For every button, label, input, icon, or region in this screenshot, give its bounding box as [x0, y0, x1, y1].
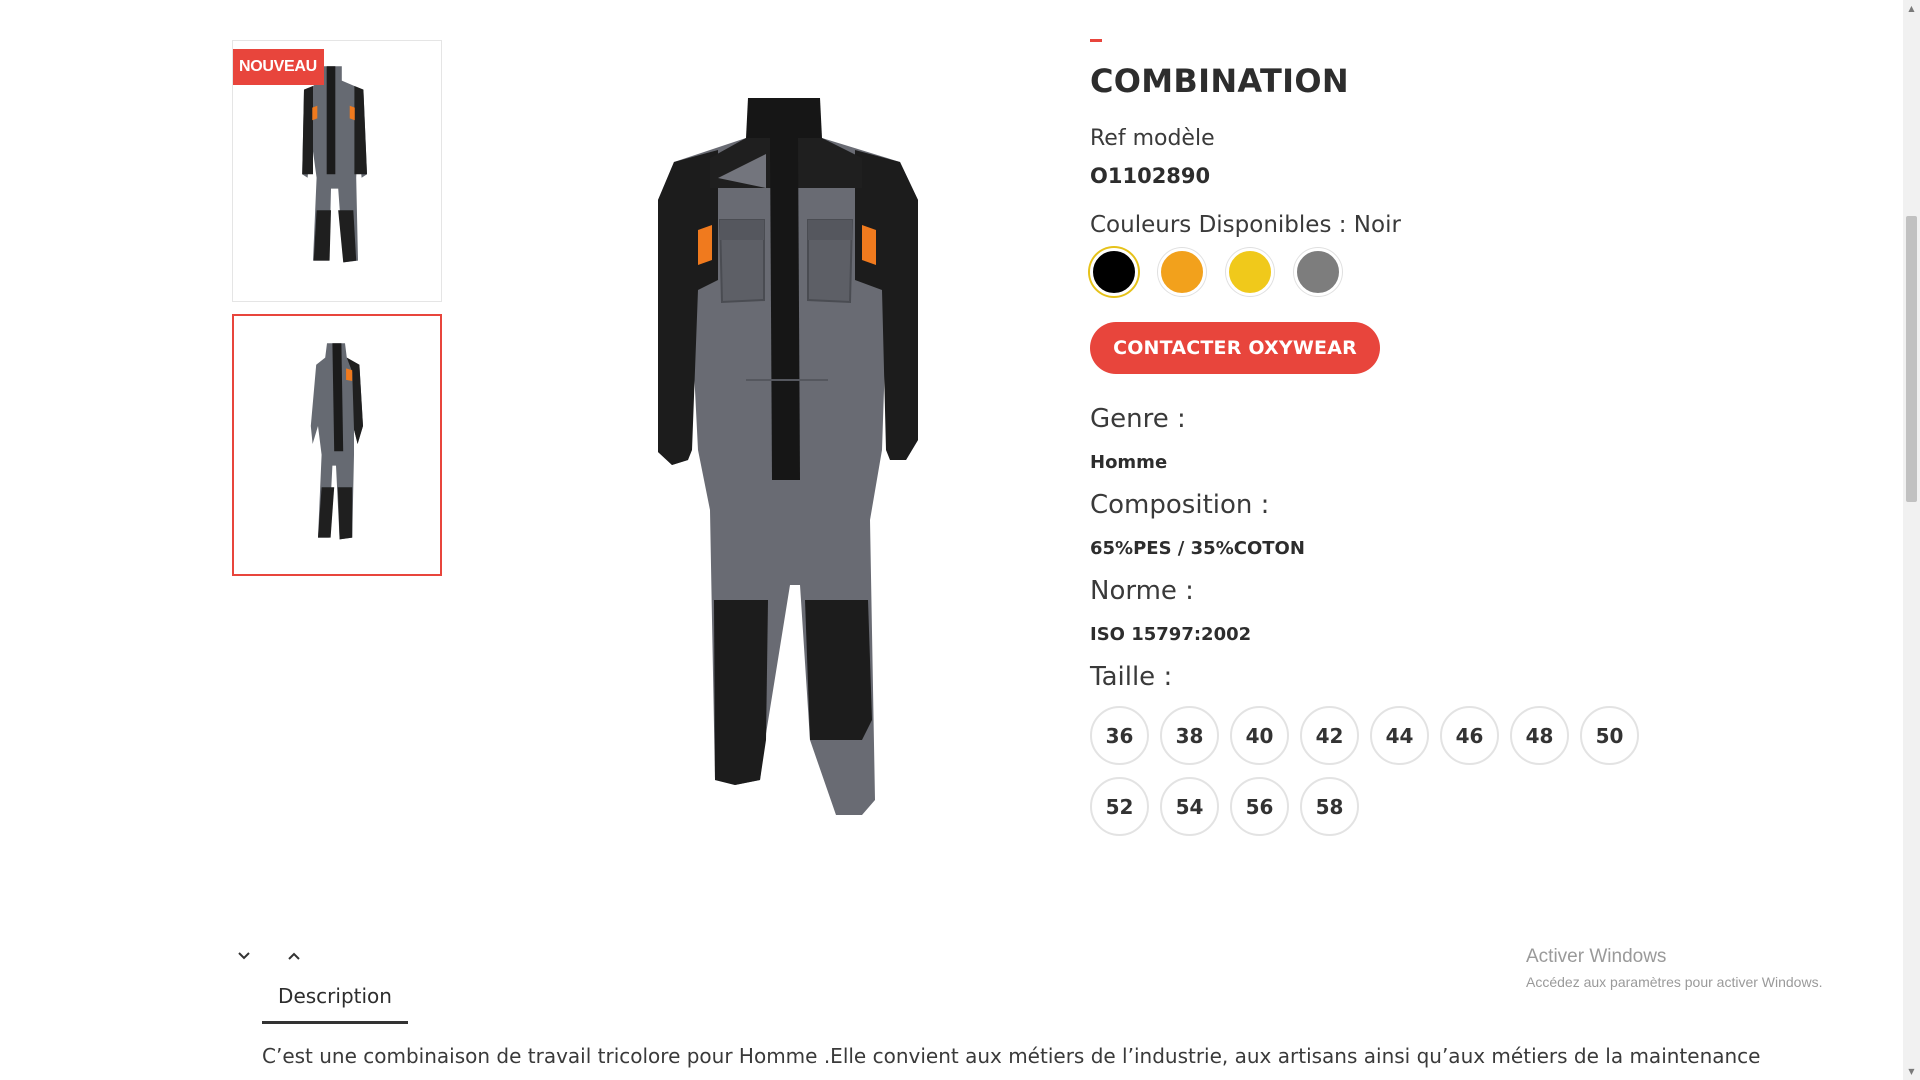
- watermark-subtitle: Accédez aux paramètres pour activer Wind…: [1526, 974, 1823, 990]
- watermark-title: Activer Windows: [1526, 946, 1667, 967]
- genre-value: Homme: [1090, 452, 1168, 473]
- thumbnail-side[interactable]: [232, 314, 442, 576]
- genre-label: Genre :: [1090, 404, 1186, 434]
- norme-value: ISO 15797:2002: [1090, 624, 1252, 645]
- swatch-gris[interactable]: [1294, 248, 1342, 296]
- thumbnail-front[interactable]: NOUVEAU: [232, 40, 442, 302]
- composition-label: Composition :: [1090, 490, 1270, 520]
- swatch-noir[interactable]: [1090, 248, 1138, 296]
- composition-value: 65%PES / 35%COTON: [1090, 538, 1305, 559]
- color-swatches: [1090, 248, 1342, 296]
- size-option[interactable]: 48: [1510, 706, 1569, 765]
- swatch-jaune[interactable]: [1226, 248, 1274, 296]
- size-option[interactable]: 42: [1300, 706, 1359, 765]
- norme-label: Norme :: [1090, 576, 1194, 606]
- main-product-image: [600, 80, 960, 840]
- page-scrollbar[interactable]: ▲ ▼: [1903, 0, 1920, 1080]
- coverall-side-image: [310, 343, 363, 540]
- ref-value: O1102890: [1090, 164, 1211, 188]
- size-option[interactable]: 50: [1580, 706, 1639, 765]
- swatch-orange[interactable]: [1158, 248, 1206, 296]
- size-option[interactable]: 56: [1230, 777, 1289, 836]
- scroll-up-arrow-icon[interactable]: ▲: [1903, 0, 1920, 17]
- ref-label: Ref modèle: [1090, 126, 1215, 151]
- size-option[interactable]: 54: [1160, 777, 1219, 836]
- coverall-main-image: [658, 98, 918, 815]
- size-option[interactable]: 44: [1370, 706, 1429, 765]
- scrollbar-thumb[interactable]: [1906, 216, 1917, 502]
- size-option[interactable]: 38: [1160, 706, 1219, 765]
- title-accent: [1090, 39, 1102, 42]
- size-option[interactable]: 58: [1300, 777, 1359, 836]
- windows-activation-watermark: Activer Windows Accédez aux paramètres p…: [1526, 946, 1822, 990]
- size-option[interactable]: 46: [1440, 706, 1499, 765]
- size-option[interactable]: 40: [1230, 706, 1289, 765]
- tab-description[interactable]: Description: [262, 984, 408, 1024]
- size-option[interactable]: 52: [1090, 777, 1149, 836]
- taille-label: Taille :: [1090, 662, 1173, 692]
- colors-label: Couleurs Disponibles : Noir: [1090, 212, 1401, 238]
- size-option[interactable]: 36: [1090, 706, 1149, 765]
- new-badge: NOUVEAU: [233, 49, 324, 85]
- chevron-down-icon[interactable]: [232, 944, 256, 968]
- chevron-up-icon[interactable]: [282, 944, 306, 968]
- product-title: COMBINATION: [1090, 62, 1349, 100]
- scroll-down-arrow-icon[interactable]: ▼: [1903, 1063, 1920, 1080]
- size-options: 36 38 40 42 44 46 48 50 52 54 56 58: [1090, 706, 1670, 836]
- contact-button[interactable]: CONTACTER OXYWEAR: [1090, 322, 1380, 374]
- description-text: C’est une combinaison de travail tricolo…: [262, 1044, 1761, 1068]
